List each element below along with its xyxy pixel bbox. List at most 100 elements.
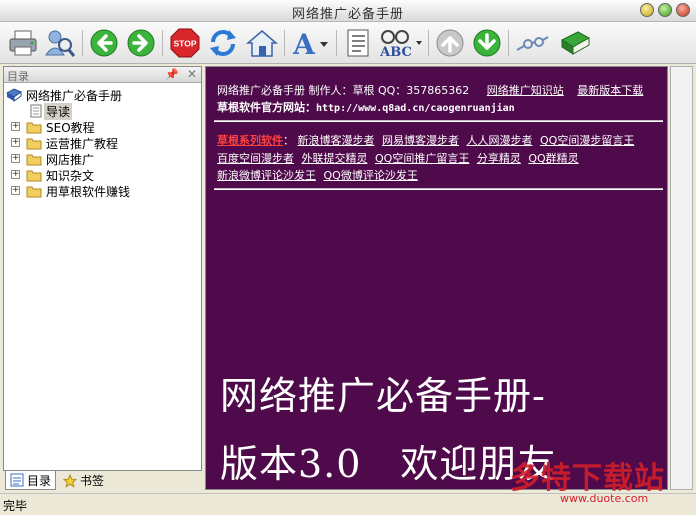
options-button[interactable]	[513, 27, 551, 59]
scroll-down-button[interactable]	[471, 27, 503, 59]
maximize-button[interactable]	[658, 3, 672, 17]
website-label: 草根软件官方网站：	[217, 101, 316, 114]
knowledge-link[interactable]: 网络推广知识站	[487, 84, 564, 97]
series-separator: ：	[283, 134, 294, 147]
bookmark-book-button[interactable]	[556, 27, 594, 59]
search-person-icon	[45, 30, 76, 57]
tree-item-label: 知识杂文	[46, 169, 95, 183]
forward-icon	[127, 29, 155, 57]
contents-tree: 网络推广必备手册 导读 + SEO教程 + 运营推广教程 + 网店推广 + 知识…	[4, 87, 201, 199]
tree-item-seo[interactable]: + SEO教程	[4, 119, 201, 135]
tree-item-essays[interactable]: + 知识杂文	[4, 167, 201, 183]
status-text: 完毕	[3, 499, 28, 513]
print-button[interactable]	[6, 27, 40, 59]
tree-item-root[interactable]: 网络推广必备手册	[4, 87, 201, 103]
toolbar-separator	[508, 30, 509, 56]
author-info: 网络推广必备手册 制作人：草根 QQ：357865362	[217, 84, 470, 97]
toolbar-separator	[428, 30, 429, 56]
abc-text: ABC	[379, 45, 412, 59]
big-title-line-1: 网络推广必备手册-	[220, 374, 546, 418]
list-icon	[10, 473, 24, 487]
minimize-button[interactable]	[640, 3, 654, 17]
expand-icon[interactable]: +	[11, 170, 20, 179]
font-size-button[interactable]: A	[289, 27, 331, 59]
tree-item-label: SEO教程	[46, 121, 95, 135]
pane-tabs: 目录 书签	[3, 470, 202, 490]
folder-icon	[26, 184, 42, 201]
divider	[214, 188, 663, 190]
software-link[interactable]: 人人网漫步者	[467, 134, 533, 147]
forward-button[interactable]	[125, 27, 157, 59]
book-icon	[560, 31, 591, 55]
window-title: 网络推广必备手册	[291, 7, 404, 22]
expand-icon[interactable]: +	[11, 154, 20, 163]
contents-pane: 目录 📌 ✕ 网络推广必备手册 导读 + SEO教程 + 运营推广教程 + 网店…	[3, 66, 202, 490]
tree-item-label: 网店推广	[46, 153, 95, 167]
software-link[interactable]: 外联提交精灵	[302, 152, 368, 165]
window-controls	[640, 3, 690, 17]
toolbar-separator	[284, 30, 285, 56]
tab-bookmarks-label: 书签	[80, 474, 105, 488]
software-link[interactable]: 百度空间漫步者	[217, 152, 294, 165]
back-button[interactable]	[88, 27, 120, 59]
toolbar-separator	[162, 30, 163, 56]
scroll-up-icon	[436, 29, 464, 57]
toolbar-separator	[336, 30, 337, 56]
expand-icon[interactable]: +	[11, 138, 20, 147]
tree-item-label: 用草根软件赚钱	[46, 185, 131, 199]
software-link[interactable]: QQ微博评论沙发王	[324, 169, 418, 182]
refresh-icon	[210, 30, 236, 56]
home-icon	[246, 30, 278, 57]
tab-contents[interactable]: 目录	[5, 471, 57, 490]
stop-button[interactable]: STOP	[168, 27, 202, 59]
document-list-button[interactable]	[341, 27, 375, 59]
tree-item-intro[interactable]: 导读	[4, 103, 201, 120]
divider	[214, 120, 663, 122]
back-icon	[90, 29, 118, 57]
big-title-line-2: 版本3.0 欢迎朋友	[220, 442, 557, 486]
pin-icon[interactable]: 📌	[165, 68, 179, 81]
expand-icon[interactable]: +	[11, 122, 20, 131]
refresh-button[interactable]	[206, 27, 240, 59]
close-button[interactable]	[676, 3, 690, 17]
find-person-button[interactable]	[42, 27, 78, 59]
find-text-button[interactable]: ABC	[378, 27, 424, 59]
software-link[interactable]: QQ空间漫步留言王	[540, 134, 634, 147]
toolbar: STOP A ABC	[0, 22, 696, 64]
software-line-3: 新浪微博评论沙发王 QQ微博评论沙发王	[217, 167, 418, 183]
vertical-scrollbar[interactable]	[670, 66, 693, 490]
website-line: 草根软件官方网站：http://www.q8ad.cn/caogenruanji…	[217, 99, 515, 115]
document-list-icon	[347, 29, 369, 57]
expand-icon[interactable]: +	[11, 186, 20, 195]
software-link[interactable]: 新浪微博评论沙发王	[217, 169, 316, 182]
stop-icon: STOP	[170, 28, 200, 58]
font-size-icon: A	[292, 28, 328, 58]
star-icon	[63, 473, 77, 488]
series-label: 草根系列软件	[217, 134, 283, 147]
content-view: 网络推广必备手册 制作人：草根 QQ：357865362 网络推广知识站 最新版…	[205, 66, 668, 490]
tree-item-label: 导读	[44, 103, 73, 120]
software-link[interactable]: QQ空间推广留言王	[375, 152, 469, 165]
font-a-text: A	[292, 28, 316, 58]
toolbar-separator	[82, 30, 83, 56]
software-link[interactable]: 网易博客漫步者	[382, 134, 459, 147]
website-url[interactable]: http://www.q8ad.cn/caogenruanjian	[316, 103, 515, 114]
tree-item-earn[interactable]: + 用草根软件赚钱	[4, 183, 201, 199]
tree-item-operation[interactable]: + 运营推广教程	[4, 135, 201, 151]
software-link[interactable]: QQ群精灵	[528, 152, 578, 165]
home-button[interactable]	[244, 27, 280, 59]
watermark-logo: 多特下载站	[510, 461, 665, 496]
latest-version-link[interactable]: 最新版本下载	[577, 84, 643, 97]
tree-item-shop[interactable]: + 网店推广	[4, 151, 201, 167]
software-link[interactable]: 新浪博客漫步者	[298, 134, 375, 147]
software-line-1: 草根系列软件： 新浪博客漫步者 网易博客漫步者 人人网漫步者 QQ空间漫步留言王	[217, 132, 634, 148]
software-link[interactable]: 分享精灵	[477, 152, 521, 165]
scroll-up-button[interactable]	[434, 27, 466, 59]
header-info: 网络推广必备手册 制作人：草根 QQ：357865362 网络推广知识站 最新版…	[217, 82, 643, 98]
close-pane-icon[interactable]: ✕	[187, 67, 197, 81]
tab-bookmarks[interactable]: 书签	[59, 471, 108, 490]
tab-contents-label: 目录	[27, 473, 52, 488]
title-bar: 网络推广必备手册	[0, 0, 696, 22]
contents-pane-title: 目录	[7, 70, 29, 83]
scroll-down-icon	[473, 29, 501, 57]
